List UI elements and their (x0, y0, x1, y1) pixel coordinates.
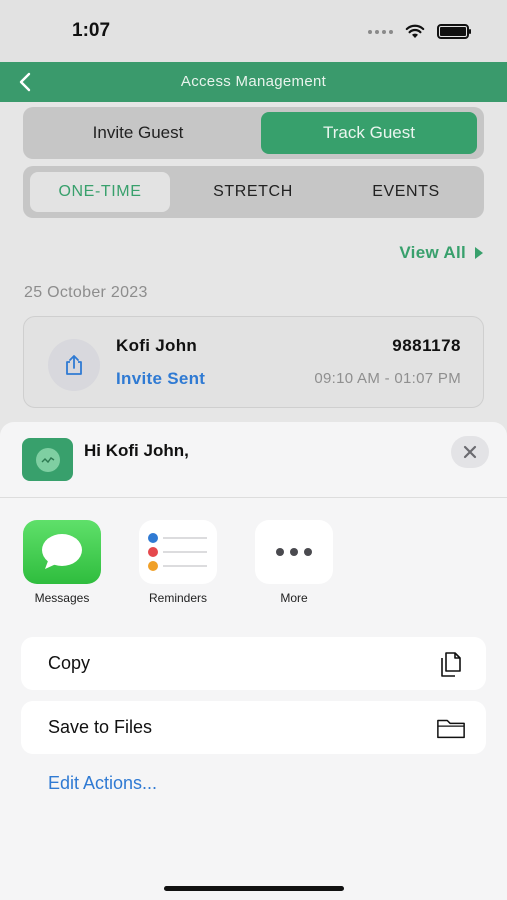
share-app-messages[interactable]: Messages (12, 520, 112, 605)
more-dots-icon (255, 520, 333, 584)
copy-action-label: Copy (48, 653, 91, 673)
close-icon (463, 445, 477, 459)
share-app-label: More (280, 591, 308, 605)
share-icon (66, 355, 82, 375)
status-icons (368, 24, 471, 39)
copy-icon (436, 649, 466, 679)
share-app-reminders[interactable]: Reminders (128, 520, 228, 605)
share-sheet: Hi Kofi John, Messages Reminders More Co… (0, 422, 507, 900)
view-all-link[interactable]: View All (399, 243, 483, 263)
home-indicator[interactable] (164, 886, 344, 891)
save-to-files-action[interactable]: Save to Files (21, 701, 486, 754)
reminders-app-icon (139, 520, 217, 584)
status-time: 1:07 (72, 20, 111, 41)
edit-actions-link[interactable]: Edit Actions... (48, 773, 157, 794)
guest-code: 9881178 (392, 336, 461, 355)
guest-mode-tabs: Invite Guest Track Guest (23, 107, 484, 159)
guest-time-range: 09:10 AM - 01:07 PM (314, 370, 461, 387)
guest-card[interactable]: Kofi John Invite Sent 9881178 09:10 AM -… (23, 316, 484, 408)
share-sheet-title: Hi Kofi John, (84, 441, 189, 460)
folder-icon (436, 713, 466, 743)
share-app-row: Messages Reminders More (0, 520, 507, 610)
share-app-more[interactable]: More (244, 520, 344, 605)
status-bar: 1:07 (0, 0, 507, 62)
share-button[interactable] (48, 339, 100, 391)
tab-one-time[interactable]: ONE-TIME (30, 172, 170, 212)
share-sheet-header: Hi Kofi John, (0, 422, 507, 498)
app-thumbnail (22, 438, 73, 481)
date-heading: 25 October 2023 (24, 284, 148, 301)
share-app-label: Messages (34, 591, 90, 605)
cellular-signal-icon (368, 29, 393, 34)
save-to-files-label: Save to Files (48, 717, 153, 737)
caret-right-icon (475, 247, 483, 259)
app-header: Access Management (0, 62, 507, 102)
access-type-tabs: ONE-TIME STRETCH EVENTS (23, 166, 484, 218)
messages-app-icon (23, 520, 101, 584)
close-button[interactable] (451, 436, 489, 468)
tab-invite-guest[interactable]: Invite Guest (29, 112, 247, 154)
view-all-label: View All (399, 243, 466, 262)
battery-icon (437, 24, 471, 39)
guest-name: Kofi John (116, 336, 198, 355)
share-app-label: Reminders (148, 591, 208, 605)
tab-track-guest[interactable]: Track Guest (261, 112, 477, 154)
wifi-icon (405, 24, 425, 38)
tab-events[interactable]: EVENTS (336, 172, 476, 212)
app-logo-icon (35, 447, 60, 472)
invite-status: Invite Sent (116, 369, 206, 388)
page-title: Access Management (180, 73, 327, 90)
tab-stretch[interactable]: STRETCH (183, 172, 323, 212)
copy-action[interactable]: Copy (21, 637, 486, 690)
